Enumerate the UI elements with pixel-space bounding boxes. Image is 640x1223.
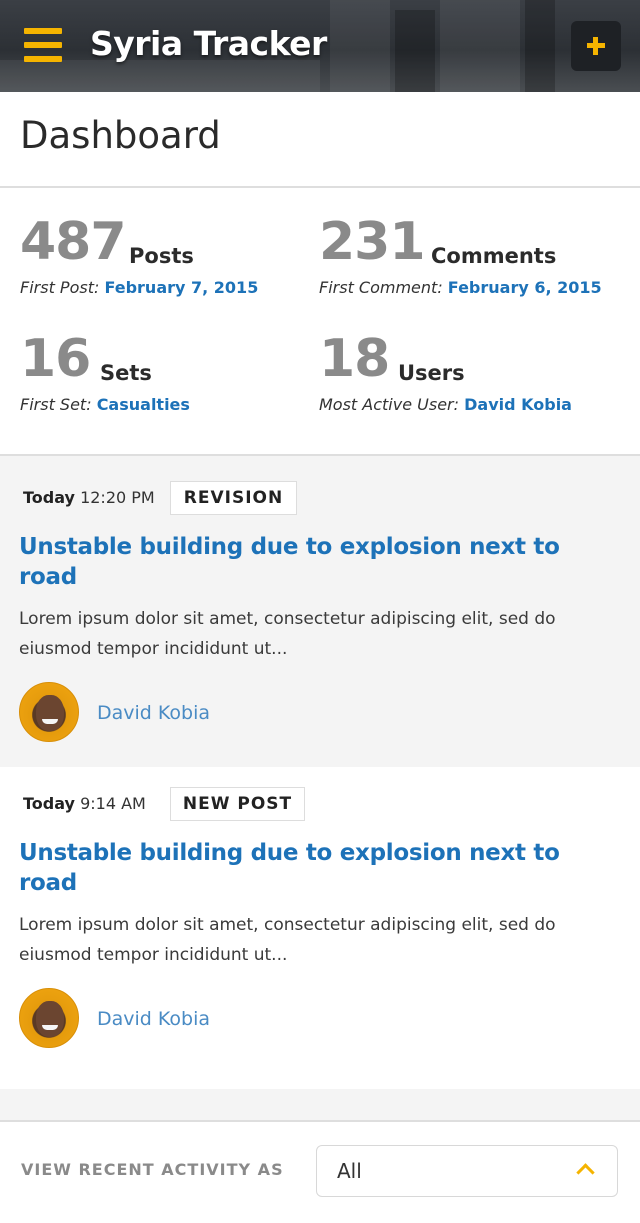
stat-label-comments: Comments — [431, 244, 557, 268]
avatar[interactable] — [19, 988, 79, 1048]
stat-sub-label: Most Active User: — [319, 395, 460, 414]
app-title: Syria Tracker — [90, 24, 327, 63]
activity-filter-value: All — [337, 1159, 362, 1183]
stat-sub-sets: First Set: Casualties — [20, 395, 190, 414]
activity-time: 9:14 AM — [80, 794, 146, 813]
activity-timestamp: Today 9:14 AM — [23, 794, 146, 813]
divider — [0, 186, 640, 188]
activity-feed: Today 12:20 PM REVISION Unstable buildin… — [0, 456, 640, 1121]
add-post-button[interactable] — [571, 21, 621, 71]
avatar[interactable] — [19, 682, 79, 742]
activity-type-badge: NEW POST — [170, 787, 305, 821]
chevron-up-icon — [576, 1163, 595, 1182]
activity-filter-select[interactable]: All — [316, 1145, 618, 1197]
divider — [0, 1120, 640, 1122]
app-header: Syria Tracker — [0, 0, 640, 92]
stat-label-users: Users — [398, 361, 465, 385]
stat-number-sets: 16 — [20, 329, 91, 389]
stat-number-posts: 487 — [20, 212, 127, 272]
activity-timestamp: Today 12:20 PM — [23, 488, 155, 507]
hamburger-menu-icon[interactable] — [24, 28, 62, 62]
stat-number-users: 18 — [319, 329, 390, 389]
author-link[interactable]: David Kobia — [97, 702, 210, 724]
stat-sub-posts: First Post: February 7, 2015 — [20, 278, 258, 297]
stat-label-sets: Sets — [100, 361, 152, 385]
stat-sub-label: First Comment: — [319, 278, 443, 297]
activity-item: Today 9:14 AM NEW POST Unstable building… — [0, 767, 640, 1089]
stat-label-posts: Posts — [129, 244, 194, 268]
activity-day: Today — [23, 488, 75, 507]
stat-sub-label: First Post: — [20, 278, 100, 297]
first-set-link[interactable]: Casualties — [97, 395, 190, 414]
post-title-link[interactable]: Unstable building due to explosion next … — [19, 838, 599, 898]
post-excerpt: Lorem ipsum dolor sit amet, consectetur … — [19, 609, 556, 659]
first-post-link[interactable]: February 7, 2015 — [104, 278, 258, 297]
post-excerpt: Lorem ipsum dolor sit amet, consectetur … — [19, 915, 556, 965]
stat-sub-comments: First Comment: February 6, 2015 — [319, 278, 602, 297]
first-comment-link[interactable]: February 6, 2015 — [448, 278, 602, 297]
post-title-link[interactable]: Unstable building due to explosion next … — [19, 532, 599, 592]
activity-type-badge: REVISION — [170, 481, 297, 515]
activity-item: Today 12:20 PM REVISION Unstable buildin… — [0, 456, 640, 767]
stat-sub-users: Most Active User: David Kobia — [319, 395, 572, 414]
activity-day: Today — [23, 794, 75, 813]
stat-number-comments: 231 — [319, 212, 426, 272]
view-activity-label: VIEW RECENT ACTIVITY AS — [21, 1160, 284, 1179]
author-link[interactable]: David Kobia — [97, 1008, 210, 1030]
activity-time: 12:20 PM — [80, 488, 155, 507]
most-active-user-link[interactable]: David Kobia — [464, 395, 572, 414]
stat-sub-label: First Set: — [20, 395, 92, 414]
page-title: Dashboard — [20, 114, 221, 157]
